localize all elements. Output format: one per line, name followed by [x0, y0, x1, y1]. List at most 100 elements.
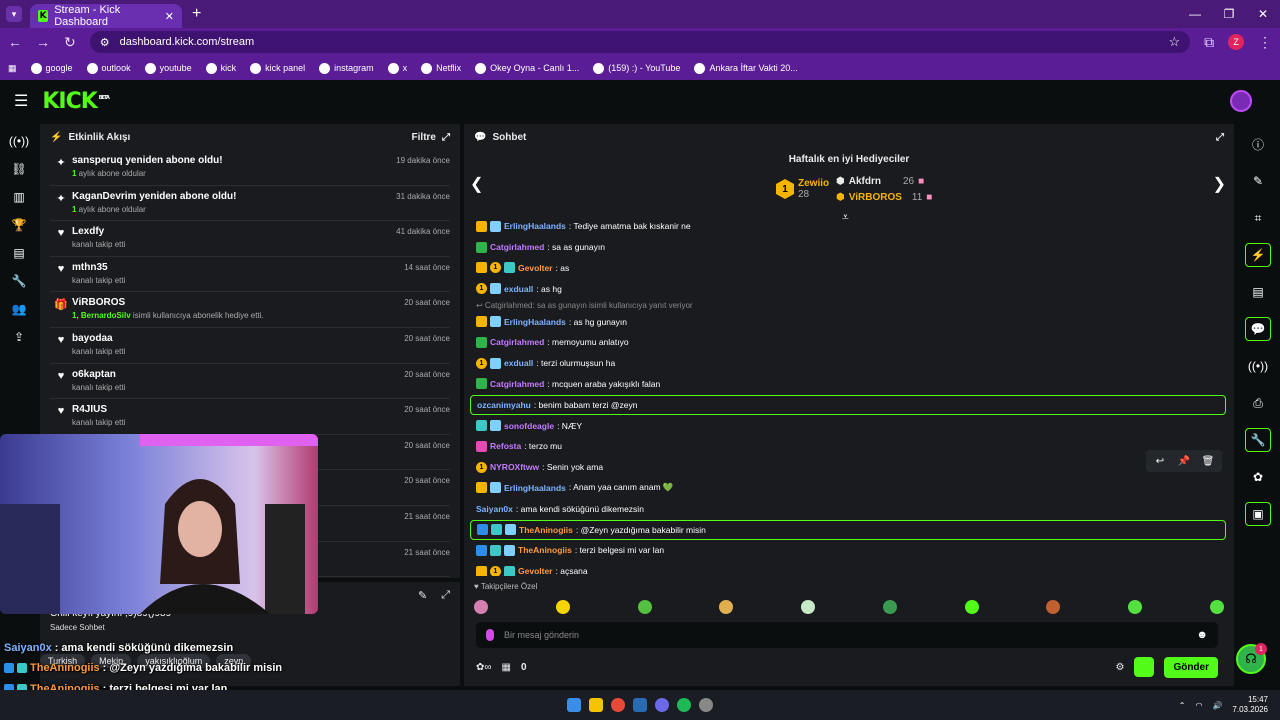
- gift-box-icon[interactable]: ▦: [502, 662, 511, 673]
- mic-icon[interactable]: [486, 629, 494, 641]
- back-icon[interactable]: ←: [8, 34, 22, 50]
- chat-message-mention[interactable]: ozcanimyahu: benim babam terzi @zeyn: [470, 394, 1226, 415]
- apps-grid-icon[interactable]: ▦: [8, 63, 17, 74]
- help-chat-button[interactable]: ☊ 1: [1236, 643, 1267, 674]
- app-icon[interactable]: ▣: [1245, 502, 1271, 526]
- activity-item[interactable]: 🎁 ViRBOROS 1, BernardoSilv isimli kullanıc…: [50, 292, 450, 328]
- link-icon[interactable]: ⛓: [11, 162, 26, 176]
- chat-username[interactable]: Gevolter: [518, 566, 553, 576]
- bookmark-item[interactable]: x: [387, 62, 407, 74]
- chat-username[interactable]: ErlingHaalands: [504, 317, 566, 327]
- chevron-left-icon[interactable]: ❮: [470, 174, 483, 194]
- activity-item[interactable]: ✦ KaganDevrim yeniden abone oldu! 1 aylık …: [50, 186, 450, 222]
- obs-icon[interactable]: [699, 698, 713, 712]
- activity-item[interactable]: ♥ mthn35 kanalı takip etti 14 saat önce: [50, 257, 450, 293]
- chat-message[interactable]: ErlingHaalands: Tediye amatma bak kıskan…: [470, 216, 1226, 237]
- activity-item[interactable]: ✦ sansperuq yeniden abone oldu! 1 aylık ab…: [50, 150, 450, 186]
- spotify-icon[interactable]: [677, 698, 691, 712]
- activity-item[interactable]: ♥ bayodaa kanalı takip etti 20 saat önce: [50, 328, 450, 364]
- chat-username[interactable]: sonofdeagle: [504, 421, 554, 431]
- chat-message[interactable]: 1 NYROXftww: Senin yok ama: [470, 457, 1226, 478]
- emote[interactable]: [555, 600, 570, 614]
- wrench-icon[interactable]: 🔧: [1245, 428, 1271, 452]
- bookmark-item[interactable]: Netflix: [421, 62, 461, 74]
- volume-icon[interactable]: 🔊: [1212, 701, 1222, 710]
- bookmark-item[interactable]: Ankara İftar Vakti 20...: [694, 62, 798, 74]
- discord-icon[interactable]: [655, 698, 669, 712]
- chat-message[interactable]: Refosta: terzo mu: [470, 436, 1226, 457]
- browser-menu-icon[interactable]: ⋮: [1258, 34, 1272, 51]
- community-icon[interactable]: ✿: [1245, 465, 1271, 489]
- chat-username[interactable]: TheAninogiis: [519, 525, 573, 535]
- activity-item[interactable]: ♥ Lexdfy kanalı takip etti 41 dakika önce: [50, 221, 450, 257]
- emote[interactable]: [1209, 600, 1224, 614]
- windows-start-icon[interactable]: [567, 698, 581, 712]
- reply-icon[interactable]: ↩: [1150, 453, 1170, 469]
- chat-username[interactable]: exduall: [504, 358, 533, 368]
- chat-message[interactable]: 1 exduall: as hg: [470, 278, 1226, 299]
- broadcast-icon[interactable]: ((•)): [1245, 354, 1271, 378]
- emote[interactable]: [474, 600, 488, 614]
- chat-icon[interactable]: 💬: [1245, 317, 1271, 341]
- emote[interactable]: [1046, 600, 1061, 614]
- gifter-name[interactable]: Zewiio: [798, 178, 829, 189]
- emote[interactable]: [637, 600, 652, 614]
- popout-icon[interactable]: ⤢: [441, 589, 450, 602]
- bookmark-item[interactable]: kick: [205, 62, 236, 74]
- bookmark-item[interactable]: Okey Oyna - Canlı 1...: [475, 62, 579, 74]
- chat-username[interactable]: exduall: [504, 284, 533, 294]
- user-avatar[interactable]: [1230, 90, 1252, 112]
- filter-button[interactable]: Filtre: [412, 132, 436, 143]
- upload-icon[interactable]: ⇪: [14, 330, 24, 344]
- pin-icon[interactable]: 📌: [1174, 453, 1194, 469]
- clock[interactable]: 15:47 7.03.2026: [1232, 695, 1268, 715]
- settings-icon[interactable]: ⚙: [1115, 662, 1124, 673]
- gifter-name[interactable]: ViRBOROS: [849, 192, 902, 203]
- chat-message[interactable]: 1 Gevolter: as: [470, 258, 1226, 279]
- chevron-right-icon[interactable]: ❯: [1213, 174, 1226, 194]
- chat-username[interactable]: Catgirlahmed: [490, 242, 544, 252]
- chat-username[interactable]: NYROXftww: [490, 462, 539, 472]
- wifi-icon[interactable]: ◠: [1195, 701, 1202, 710]
- emote[interactable]: [882, 600, 897, 614]
- video-icon[interactable]: ▤: [13, 246, 24, 260]
- activity-item[interactable]: ♥ o6kaptan kanalı takip etti 20 saat önce: [50, 364, 450, 400]
- chat-username[interactable]: Saiyan0x: [476, 504, 513, 514]
- forward-icon[interactable]: →: [36, 34, 50, 50]
- chat-username[interactable]: Gevolter: [518, 263, 553, 273]
- tray-chevron-icon[interactable]: ⌃: [1179, 701, 1186, 710]
- chat-username[interactable]: Catgirlahmed: [490, 337, 544, 347]
- site-info-icon[interactable]: ⚙: [100, 36, 110, 49]
- chat-message[interactable]: 1 exduall: terzi olurmuşsun ha: [470, 353, 1226, 374]
- bookmark-item[interactable]: google: [30, 62, 73, 74]
- document-icon[interactable]: ▤: [1245, 280, 1271, 304]
- emoji-icon[interactable]: ☻: [1196, 629, 1208, 641]
- reload-icon[interactable]: ↻: [64, 34, 76, 51]
- chat-message[interactable]: Catgirlahmed: sa as gunayın: [470, 237, 1226, 258]
- kick-emote-button[interactable]: [1134, 657, 1155, 677]
- channel-points-icon[interactable]: ✿∞: [476, 662, 492, 673]
- chrome-icon[interactable]: [611, 698, 625, 712]
- chat-message[interactable]: ErlingHaalands: as hg gunayın: [470, 311, 1226, 332]
- bookmark-item[interactable]: youtube: [144, 62, 192, 74]
- chat-username[interactable]: Catgirlahmed: [490, 379, 544, 389]
- bookmark-item[interactable]: (159) :) - YouTube: [593, 62, 680, 74]
- chat-message[interactable]: ErlingHaalands: Anam yaa canım anam 💚: [470, 478, 1226, 499]
- edit-icon[interactable]: ✎: [418, 589, 427, 602]
- url-field[interactable]: ⚙ dashboard.kick.com/stream ☆: [89, 31, 1191, 53]
- users-icon[interactable]: 👥: [12, 302, 27, 316]
- chat-username[interactable]: TheAninogiis: [518, 545, 572, 555]
- emote[interactable]: [964, 600, 979, 614]
- info-icon[interactable]: ⓘ: [1245, 132, 1271, 156]
- send-button[interactable]: Gönder: [1164, 656, 1218, 678]
- restore-icon[interactable]: ❐: [1212, 7, 1246, 21]
- chat-message[interactable]: 1 Gevolter: açsana: [470, 561, 1226, 576]
- crop-icon[interactable]: ⌗: [1245, 206, 1271, 230]
- emote[interactable]: [719, 600, 734, 614]
- chat-input[interactable]: Bir mesaj gönderin ☻: [476, 622, 1218, 648]
- new-tab-icon[interactable]: +: [192, 5, 201, 23]
- chat-username[interactable]: ErlingHaalands: [504, 483, 566, 493]
- menu-icon[interactable]: ☰: [14, 91, 28, 111]
- chat-username[interactable]: Refosta: [490, 441, 521, 451]
- chat-message[interactable]: Catgirlahmed: memoyumu anlatıyo: [470, 332, 1226, 353]
